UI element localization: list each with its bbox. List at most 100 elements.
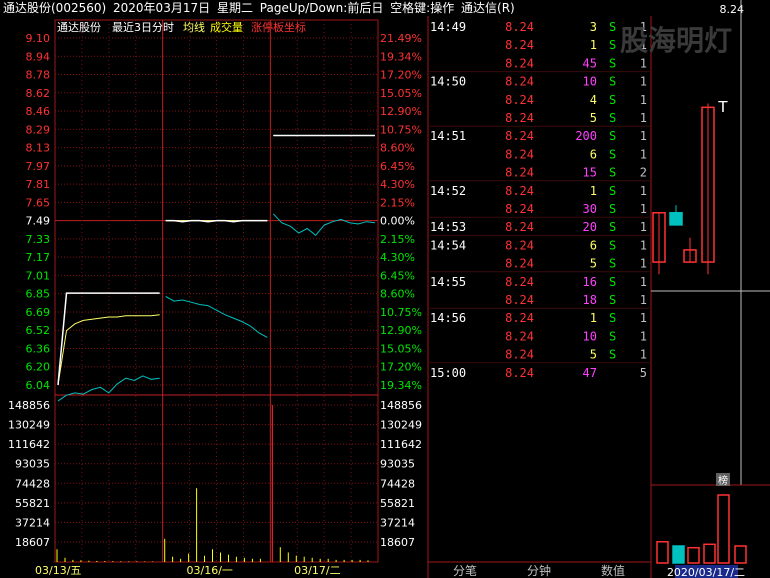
trade-price: 8.24 xyxy=(505,20,534,34)
pct-tick-label: 4.30% xyxy=(380,178,415,191)
panel-stock-name: 通达股份 xyxy=(57,21,101,34)
price-tick-label: 7.33 xyxy=(26,233,51,246)
pct-tick-label: 17.20% xyxy=(380,69,422,82)
mini-volume-bar xyxy=(687,546,700,564)
trade-side: S xyxy=(609,38,616,52)
chart-canvas[interactable]: 通达股份 最近3日分时 均线 成交量 涨停板坐标 9.10 8.94 8.78 8.6… xyxy=(0,0,770,578)
mini-candle-body xyxy=(669,212,683,226)
trade-price: 8.24 xyxy=(505,366,534,380)
trade-time: 14:51 xyxy=(430,129,466,143)
volume-tick-label-right: 93035 xyxy=(380,458,415,471)
pct-tick-label: 4.30% xyxy=(380,251,415,264)
volume-tick-label-right: 74428 xyxy=(380,477,415,490)
trade-volume: 5 xyxy=(590,257,597,271)
trade-side: S xyxy=(609,20,616,34)
pct-tick-label: 10.75% xyxy=(380,306,422,319)
mini-date-label: 2020/03/17/二 xyxy=(667,566,745,578)
trade-side: S xyxy=(609,93,616,107)
trade-side: S xyxy=(609,129,616,143)
trade-side: S xyxy=(609,111,616,125)
trade-count: 5 xyxy=(640,366,647,380)
volume-tick-label: 148856 xyxy=(8,399,50,412)
trade-volume: 10 xyxy=(583,329,597,343)
tab-minutes[interactable]: 分钟 xyxy=(527,563,551,578)
day-label: 03/16/一 xyxy=(187,564,233,577)
pct-tick-label: 15.05% xyxy=(380,342,422,355)
tab-values[interactable]: 数值 xyxy=(601,563,625,578)
trade-price: 8.24 xyxy=(505,93,534,107)
trade-volume: 18 xyxy=(583,293,597,307)
avg-legend: 均线 xyxy=(183,20,205,34)
trade-volume: 3 xyxy=(590,20,597,34)
trade-time: 14:52 xyxy=(430,184,466,198)
trade-count: 2 xyxy=(640,166,647,180)
trade-volume: 1 xyxy=(590,38,597,52)
price-tick-label: 9.10 xyxy=(26,32,51,45)
day-labels: 03/13/五 03/16/一 03/17/二 xyxy=(35,564,341,577)
volume-tick-label: 37214 xyxy=(15,516,50,529)
trade-volume: 16 xyxy=(583,275,597,289)
trade-volume: 45 xyxy=(583,56,597,70)
trade-price: 8.24 xyxy=(505,311,534,325)
trade-price: 8.24 xyxy=(505,75,534,89)
price-tick-label: 6.85 xyxy=(26,288,51,301)
trade-count: 1 xyxy=(640,348,647,362)
trade-price: 8.24 xyxy=(505,257,534,271)
trade-side: S xyxy=(609,56,616,70)
volume-tick-label: 130249 xyxy=(8,419,50,432)
trade-price: 8.24 xyxy=(505,111,534,125)
trade-volume: 15 xyxy=(583,166,597,180)
tab-ticks[interactable]: 分笔 xyxy=(453,563,477,578)
volume-tick-label: 93035 xyxy=(15,458,50,471)
trade-time: 15:00 xyxy=(430,366,466,380)
pct-tick-label: 19.34% xyxy=(380,379,422,392)
pct-tick-label: 6.45% xyxy=(380,160,415,173)
pct-tick-label: 17.20% xyxy=(380,361,422,374)
price-line xyxy=(57,292,160,386)
trade-side: S xyxy=(609,257,616,271)
trade-count: 1 xyxy=(640,147,647,161)
price-tick-label: 6.36 xyxy=(26,342,51,355)
price-tick-label: 6.20 xyxy=(26,361,51,374)
trade-count: 1 xyxy=(640,220,647,234)
trade-count: 1 xyxy=(640,293,647,307)
trade-price: 8.24 xyxy=(505,129,534,143)
trade-count: 1 xyxy=(640,238,647,252)
trade-count: 1 xyxy=(640,329,647,343)
trade-side: S xyxy=(609,275,616,289)
trade-volume: 4 xyxy=(590,93,597,107)
trade-price: 8.24 xyxy=(505,238,534,252)
trade-count: 1 xyxy=(640,111,647,125)
volume-tick-label-right: 55821 xyxy=(380,497,415,510)
trade-price: 8.24 xyxy=(505,166,534,180)
trade-side: S xyxy=(609,329,616,343)
trade-volume: 20 xyxy=(583,220,597,234)
pct-tick-label: 12.90% xyxy=(380,324,422,337)
volume-tick-label-right: 18607 xyxy=(380,536,415,549)
trade-side: S xyxy=(609,166,616,180)
trade-volume: 30 xyxy=(583,202,597,216)
trade-price: 8.24 xyxy=(505,293,534,307)
pct-tick-label: 8.60% xyxy=(380,142,415,155)
trade-volume: 5 xyxy=(590,348,597,362)
trade-time: 14:56 xyxy=(430,311,466,325)
trade-time: 14:55 xyxy=(430,275,466,289)
trade-count: 1 xyxy=(640,75,647,89)
trade-side: S xyxy=(609,293,616,307)
trade-price: 8.24 xyxy=(505,348,534,362)
pct-tick-label: 15.05% xyxy=(380,87,422,100)
volume-tick-label-right: 148856 xyxy=(380,399,422,412)
trade-time: 14:54 xyxy=(430,238,466,252)
mini-bang-label: 榜 xyxy=(718,474,728,487)
trade-time: 14:50 xyxy=(430,75,466,89)
limit-axis-legend[interactable]: 涨停板坐标 xyxy=(251,20,306,34)
bottom-tabs: 分笔 分钟 数值 xyxy=(428,561,651,578)
volume-tick-label: 55821 xyxy=(15,497,50,510)
price-tick-label: 7.17 xyxy=(26,251,51,264)
mini-price-label: 8.24 xyxy=(720,3,745,16)
volume-tick-label: 18607 xyxy=(15,536,50,549)
trade-volume: 6 xyxy=(590,238,597,252)
price-tick-label: 8.62 xyxy=(26,87,51,100)
price-tick-label: 6.04 xyxy=(26,379,51,392)
volume-axis-ticks: 148856 130249 111642 93035 74428 55821 37214 18… xyxy=(8,399,50,549)
